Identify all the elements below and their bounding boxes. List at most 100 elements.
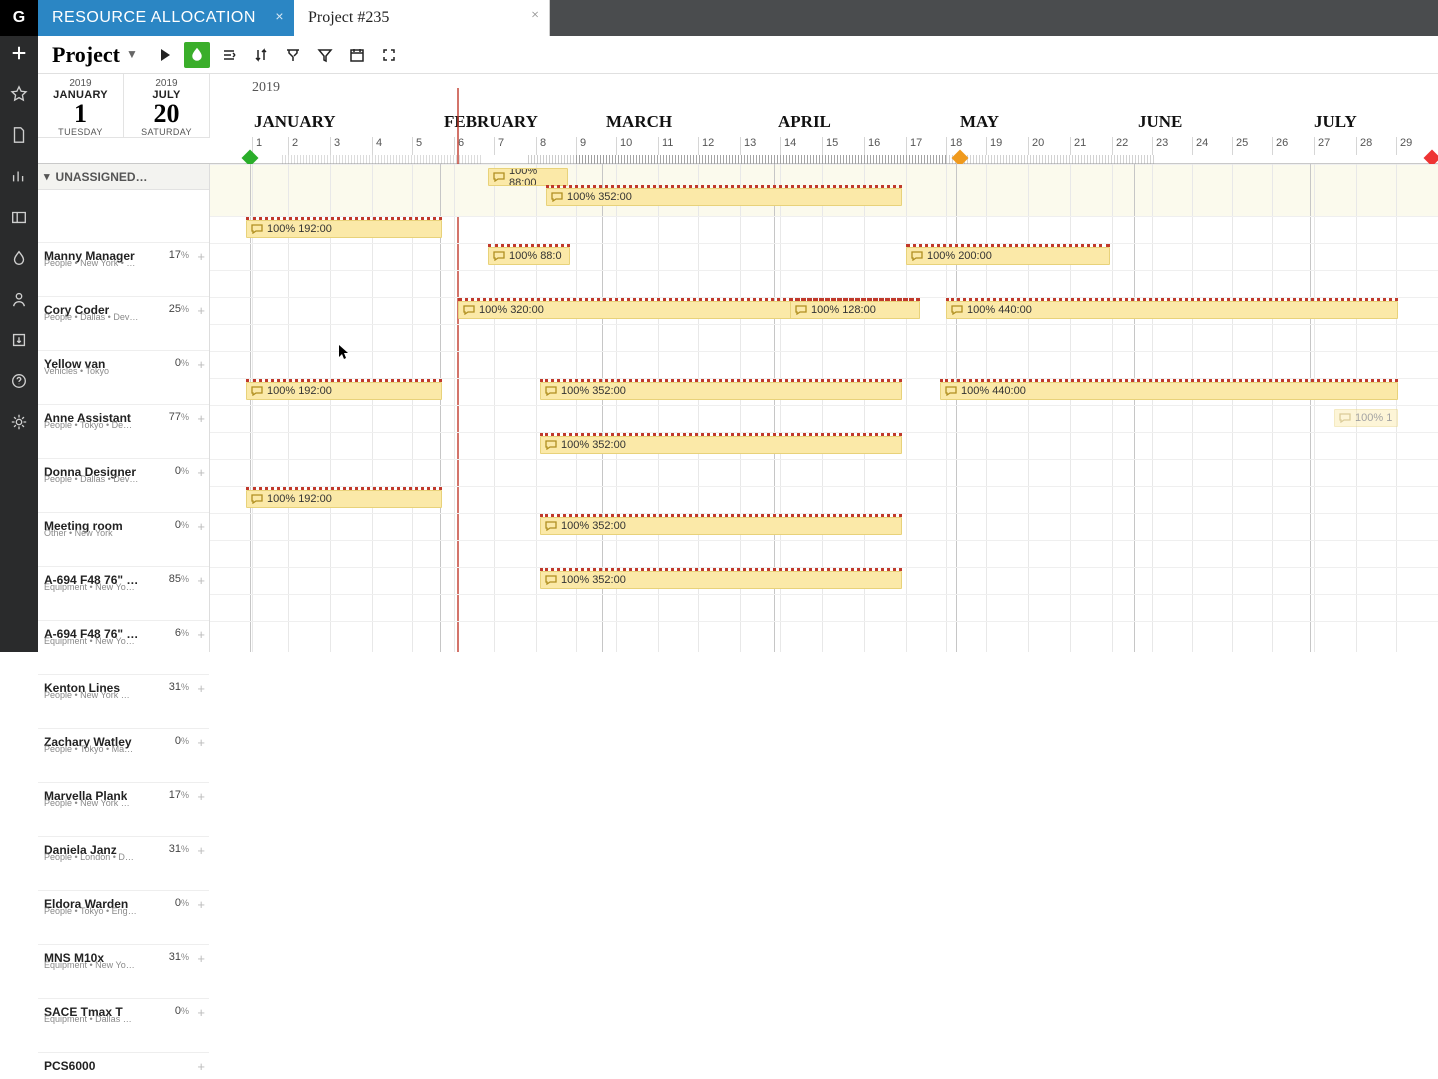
lane-row[interactable] (210, 594, 1438, 621)
lane-row[interactable] (210, 351, 1438, 378)
end-date[interactable]: 2019 JULY 20 SATURDAY (124, 74, 210, 137)
resource-row[interactable]: Marvella PlankPeople • New York …17%+ (38, 782, 209, 809)
resource-row[interactable]: Zachary WatleyPeople • Tokyo • Ma…0%+ (38, 728, 209, 755)
timeline-lanes[interactable]: 100% 88:00 100% 352:00 100% 192:00 100% 88:… (210, 164, 1438, 652)
resource-row[interactable]: PCS6000+ (38, 1052, 209, 1079)
group-unassigned[interactable]: ▾ UNASSIGNED… (38, 164, 209, 190)
chart-icon[interactable] (10, 167, 28, 188)
lane-row[interactable] (210, 243, 1438, 270)
gear-icon[interactable] (10, 413, 28, 434)
play-button[interactable] (152, 42, 178, 68)
allocation-bar[interactable]: 100% 1 (1334, 409, 1398, 427)
allocation-bar[interactable]: 100% 192:00 (246, 490, 442, 508)
comment-icon[interactable] (493, 251, 505, 261)
tab-project-235[interactable]: Project #235 × (294, 0, 550, 36)
person-icon[interactable] (10, 290, 28, 311)
close-icon[interactable]: × (275, 8, 284, 24)
lane-row[interactable] (210, 621, 1438, 648)
allocation-bar[interactable]: 100% 200:00 (906, 247, 1110, 265)
allocation-bar[interactable]: 100% 352:00 (540, 436, 902, 454)
start-date[interactable]: 2019 JANUARY 1 TUESDAY (38, 74, 124, 137)
add-icon[interactable]: + (197, 897, 205, 912)
allocation-bar[interactable]: 100% 440:00 (940, 382, 1398, 400)
resource-row[interactable]: Eldora WardenPeople • Tokyo • Eng…0%+ (38, 890, 209, 917)
help-icon[interactable] (10, 372, 28, 393)
add-icon[interactable]: + (197, 573, 205, 588)
comment-icon[interactable] (951, 305, 963, 315)
add-icon[interactable]: + (197, 465, 205, 480)
resource-row[interactable]: MNS M10xEquipment • New Yo…31%+ (38, 944, 209, 971)
add-icon[interactable]: + (197, 357, 205, 372)
comment-icon[interactable] (795, 305, 807, 315)
resource-row[interactable]: Donna DesignerPeople • Dallas • Dev…0%+ (38, 458, 209, 485)
comment-icon[interactable] (545, 521, 557, 531)
add-icon[interactable] (10, 44, 28, 65)
lane-row[interactable] (210, 405, 1438, 432)
add-icon[interactable]: + (197, 303, 205, 318)
filter-clear-button[interactable] (280, 42, 306, 68)
allocation-bar[interactable]: 100% 88:0 (488, 247, 570, 265)
resource-row[interactable]: A-694 F48 76" …Equipment • New Yo…85%+ (38, 566, 209, 593)
resource-row[interactable]: Cory CoderPeople • Dallas • Dev…25%+ (38, 296, 209, 323)
resource-row[interactable]: Manny ManagerPeople • New York • …17%+ (38, 242, 209, 269)
comment-icon[interactable] (545, 386, 557, 396)
comment-icon[interactable] (945, 386, 957, 396)
allocation-bar[interactable]: 100% 352:00 (540, 382, 902, 400)
allocation-bar[interactable]: 100% 192:00 (246, 382, 442, 400)
resource-row[interactable]: Anne AssistantPeople • Tokyo • De…77%+ (38, 404, 209, 431)
calendar-button[interactable] (344, 42, 370, 68)
filter-button[interactable] (312, 42, 338, 68)
resource-row[interactable]: Meeting roomOther • New York0%+ (38, 512, 209, 539)
lane-row[interactable] (210, 540, 1438, 567)
comment-icon[interactable] (463, 305, 475, 315)
add-icon[interactable]: + (197, 411, 205, 426)
add-icon[interactable]: + (197, 735, 205, 750)
allocation-bar[interactable]: 100% 352:00 (540, 517, 902, 535)
add-icon[interactable]: + (197, 519, 205, 534)
comment-icon[interactable] (251, 494, 263, 504)
resource-row[interactable]: Daniela JanzPeople • London • D…31%+ (38, 836, 209, 863)
add-icon[interactable]: + (197, 843, 205, 858)
resource-row[interactable]: Yellow vanVehicles • Tokyo0%+ (38, 350, 209, 377)
indent-left-button[interactable] (216, 42, 242, 68)
lane-row[interactable] (210, 270, 1438, 297)
add-icon[interactable]: + (197, 951, 205, 966)
tab-resource-allocation[interactable]: Resource Allocation × (38, 0, 294, 36)
allocation-bar[interactable]: 100% 352:00 (540, 571, 902, 589)
close-icon[interactable]: × (531, 8, 539, 24)
comment-icon[interactable] (493, 172, 505, 182)
sort-button[interactable] (248, 42, 274, 68)
add-icon[interactable]: + (197, 1059, 205, 1074)
document-icon[interactable] (10, 126, 28, 147)
add-icon[interactable]: + (197, 1005, 205, 1020)
comment-icon[interactable] (545, 440, 557, 450)
drop-icon[interactable] (10, 249, 28, 270)
add-icon[interactable]: + (197, 249, 205, 264)
lane-row[interactable] (210, 324, 1438, 351)
fullscreen-button[interactable] (376, 42, 402, 68)
add-icon[interactable]: + (197, 627, 205, 642)
board-icon[interactable] (10, 208, 28, 229)
comment-icon[interactable] (911, 251, 923, 261)
star-icon[interactable] (10, 85, 28, 106)
allocation-bar[interactable]: 100% 88:00 (488, 168, 568, 186)
allocation-bar[interactable]: 100% 192:00 (246, 220, 442, 238)
comment-icon[interactable] (251, 224, 263, 234)
resource-row[interactable]: SACE Tmax TEquipment • Dallas …0%+ (38, 998, 209, 1025)
allocation-bar[interactable]: 100% 352:00 (546, 188, 902, 206)
resource-row[interactable]: A-694 F48 76" …Equipment • New Yo…6%+ (38, 620, 209, 647)
allocation-bar[interactable]: 100% 128:00 (790, 301, 920, 319)
timeline-scale[interactable]: JANUARYFEBRUARYMARCHAPRILMAYJUNEJULY 123… (248, 74, 1438, 163)
scope-selector[interactable]: Project ▼ (44, 42, 146, 68)
export-icon[interactable] (10, 331, 28, 352)
allocation-bar[interactable]: 100% 440:00 (946, 301, 1398, 319)
comment-icon[interactable] (251, 386, 263, 396)
comment-icon[interactable] (1339, 413, 1351, 423)
drop-button[interactable] (184, 42, 210, 68)
comment-icon[interactable] (545, 575, 557, 585)
add-icon[interactable]: + (197, 681, 205, 696)
app-logo[interactable]: G (0, 0, 38, 36)
comment-icon[interactable] (551, 192, 563, 202)
add-icon[interactable]: + (197, 789, 205, 804)
lane-row[interactable] (210, 459, 1438, 486)
